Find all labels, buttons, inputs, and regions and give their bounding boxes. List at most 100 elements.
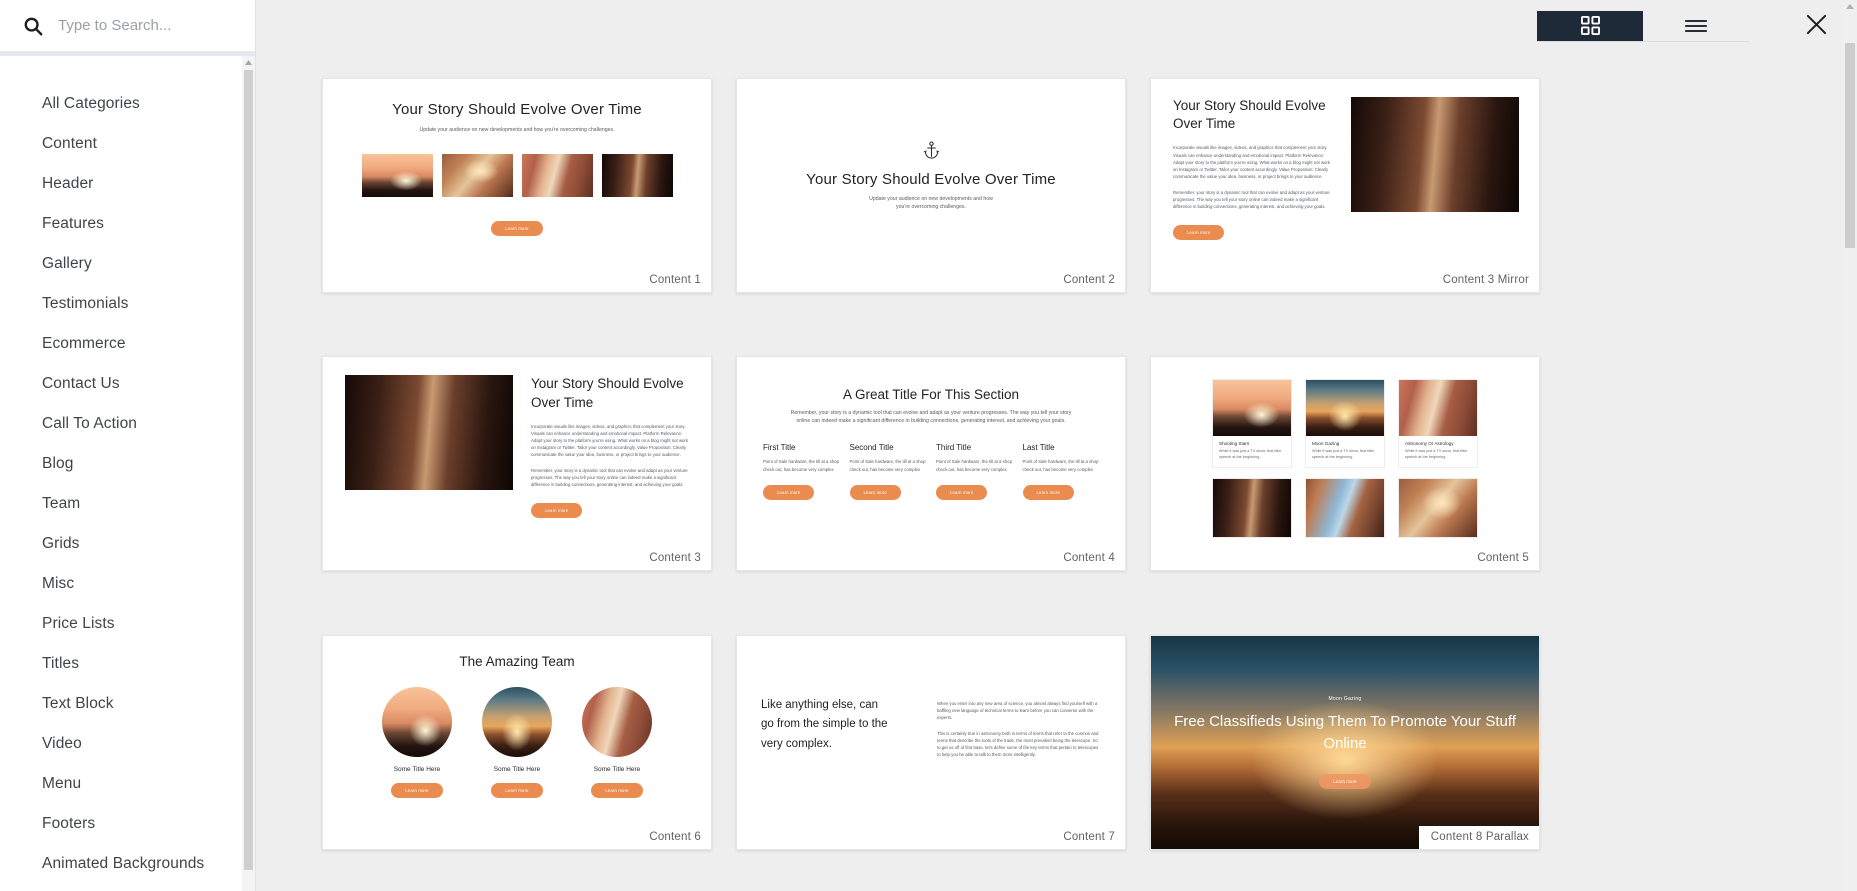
preview-image bbox=[1399, 479, 1477, 538]
snippet-card-content-5[interactable]: Shooting Stars While it was just a TV sh… bbox=[1150, 356, 1540, 572]
learn-more-button[interactable]: Learn more bbox=[591, 782, 643, 798]
sidebar-item-misc[interactable]: Misc bbox=[0, 564, 255, 604]
sidebar-item-features[interactable]: Features bbox=[0, 204, 255, 244]
tile-title: Astronomy Or Astrology bbox=[1405, 441, 1454, 447]
snippet-card-content-3[interactable]: Your Story Should Evolve Over Time Incor… bbox=[322, 356, 712, 572]
list-view-toggle[interactable] bbox=[1643, 11, 1749, 41]
sidebar-item-label: All Categories bbox=[42, 95, 140, 112]
sidebar-item-animated-backgrounds[interactable]: Animated Backgrounds bbox=[0, 844, 255, 884]
tile: Moon Gazing While it was just a TV show,… bbox=[1305, 379, 1385, 469]
learn-more-button[interactable]: Learn more bbox=[531, 503, 583, 519]
sidebar-item-label: Titles bbox=[42, 655, 80, 672]
member-name: Some Title Here bbox=[493, 765, 541, 773]
learn-more-button[interactable]: Learn more bbox=[491, 221, 543, 237]
snippet-subtitle-line2: you're overcoming challenges. bbox=[896, 204, 966, 211]
main-scrollbar[interactable] bbox=[1842, 0, 1857, 891]
main-panel: Your Story Should Evolve Over Time Updat… bbox=[256, 0, 1857, 891]
sidebar-item-label: Grids bbox=[42, 535, 80, 552]
tile-body: While it was just a TV show, that little… bbox=[1219, 449, 1282, 460]
sidebar-item-blog[interactable]: Blog bbox=[0, 444, 255, 484]
snippet-title: A Great Title For This Section bbox=[842, 387, 1020, 403]
tile bbox=[1305, 478, 1385, 539]
snippet-grid: Your Story Should Evolve Over Time Updat… bbox=[256, 52, 1857, 891]
scroll-up-arrow-icon[interactable] bbox=[242, 56, 255, 68]
sidebar-item-call-to-action[interactable]: Call To Action bbox=[0, 404, 255, 444]
sidebar-item-text-block[interactable]: Text Block bbox=[0, 684, 255, 724]
snippet-card-content-7[interactable]: Like anything else, can go from the simp… bbox=[736, 634, 1126, 850]
sidebar-scroll-thumb[interactable] bbox=[244, 70, 253, 870]
tile-title: Moon Gazing bbox=[1312, 441, 1340, 447]
snippet-subtitle: Remember, your story is a dynamic tool t… bbox=[790, 410, 1072, 425]
snippet-card-content-8-parallax[interactable]: Moon Gazing Free Classifieds Using Them … bbox=[1150, 634, 1540, 850]
sidebar-item-menu[interactable]: Menu bbox=[0, 764, 255, 804]
team-member: Some Title Here Learn more bbox=[582, 686, 652, 798]
search-icon bbox=[22, 15, 44, 37]
learn-more-button[interactable]: Learn more bbox=[1173, 225, 1225, 241]
sidebar-item-all-categories[interactable]: All Categories bbox=[0, 84, 255, 124]
snippet-paragraph-2: Remember, your story is a dynamic tool t… bbox=[1173, 189, 1330, 209]
learn-more-button[interactable]: Learn more bbox=[763, 484, 815, 500]
snippet-paragraph-1: Incorporate visuals like images, videos,… bbox=[1173, 145, 1331, 179]
grid-view-toggle[interactable] bbox=[1537, 10, 1643, 41]
tile: Astronomy Or Astrology While it was just… bbox=[1398, 379, 1478, 469]
sidebar-item-label: Gallery bbox=[42, 255, 92, 272]
sidebar-item-gallery[interactable]: Gallery bbox=[0, 244, 255, 284]
grid-icon bbox=[1580, 16, 1600, 35]
sidebar-item-label: Video bbox=[42, 735, 82, 752]
snippet-preview: Your Story Should Evolve Over Time Updat… bbox=[323, 79, 711, 292]
sidebar-item-header[interactable]: Header bbox=[0, 164, 255, 204]
sidebar-item-titles[interactable]: Titles bbox=[0, 644, 255, 684]
snippet-label: Content 4 bbox=[1051, 547, 1125, 571]
main-scroll-thumb[interactable] bbox=[1845, 43, 1855, 248]
learn-more-button[interactable]: Learn more bbox=[491, 782, 543, 798]
snippet-label: Content 5 bbox=[1465, 547, 1539, 571]
list-icon bbox=[1685, 18, 1707, 34]
snippet-card-content-2[interactable]: Your Story Should Evolve Over Time Updat… bbox=[736, 78, 1126, 293]
sidebar-item-label: Call To Action bbox=[42, 415, 138, 432]
search-bar[interactable] bbox=[0, 0, 255, 52]
snippet-card-content-4[interactable]: A Great Title For This Section Remember,… bbox=[736, 356, 1126, 572]
tile: Shooting Stars While it was just a TV sh… bbox=[1212, 379, 1292, 469]
snippet-title-line1: Free Classifieds Using Them To Promote Y… bbox=[1174, 712, 1516, 730]
tile bbox=[1398, 478, 1478, 539]
feature-column: Third Title Point of Sale hardware, the … bbox=[936, 443, 1013, 500]
learn-more-button[interactable]: Learn more bbox=[849, 484, 901, 500]
snippet-heading-line3: very complex. bbox=[761, 737, 832, 750]
snippet-preview: The Amazing Team Some Title Here Learn m… bbox=[323, 636, 711, 849]
learn-more-button[interactable]: Learn more bbox=[936, 484, 988, 500]
snippet-card-content-6[interactable]: The Amazing Team Some Title Here Learn m… bbox=[322, 634, 712, 850]
snippet-label: Content 1 bbox=[637, 269, 711, 292]
team-member: Some Title Here Learn more bbox=[382, 686, 452, 798]
learn-more-button[interactable]: Learn more bbox=[391, 782, 443, 798]
sidebar-item-contact-us[interactable]: Contact Us bbox=[0, 364, 255, 404]
sidebar-item-team[interactable]: Team bbox=[0, 484, 255, 524]
sidebar-item-content[interactable]: Content bbox=[0, 124, 255, 164]
preview-image bbox=[361, 154, 433, 198]
member-name: Some Title Here bbox=[393, 765, 441, 773]
snippet-label: Content 3 Mirror bbox=[1430, 269, 1539, 292]
sidebar-item-testimonials[interactable]: Testimonials bbox=[0, 284, 255, 324]
search-input[interactable] bbox=[58, 17, 238, 34]
tile-body: While it was just a TV show, that little… bbox=[1405, 449, 1468, 460]
snippet-heading-line1: Like anything else, can bbox=[761, 698, 878, 711]
close-button[interactable] bbox=[1793, 3, 1839, 49]
sidebar-item-ecommerce[interactable]: Ecommerce bbox=[0, 324, 255, 364]
column-title: Last Title bbox=[1022, 443, 1055, 453]
sidebar-item-label: Text Block bbox=[42, 695, 114, 712]
sidebar-item-video[interactable]: Video bbox=[0, 724, 255, 764]
snippet-subtitle: Update your audience on new developments… bbox=[419, 127, 615, 133]
learn-more-button[interactable]: Learn more bbox=[1022, 484, 1074, 500]
snippet-preview: Your Story Should Evolve Over Time Incor… bbox=[1151, 79, 1539, 292]
sidebar-item-price-lists[interactable]: Price Lists bbox=[0, 604, 255, 644]
sidebar-item-footers[interactable]: Footers bbox=[0, 804, 255, 844]
column-title: Third Title bbox=[936, 443, 972, 453]
feature-column: First Title Point of Sale hardware, the … bbox=[763, 443, 840, 500]
member-name: Some Title Here bbox=[593, 765, 641, 773]
scroll-up-arrow-icon[interactable] bbox=[1842, 0, 1857, 13]
sidebar-scrollbar[interactable] bbox=[242, 56, 255, 891]
snippet-card-content-3-mirror[interactable]: Your Story Should Evolve Over Time Incor… bbox=[1150, 78, 1540, 293]
sidebar-item-grids[interactable]: Grids bbox=[0, 524, 255, 564]
feature-column: Second Title Point of Sale hardware, the… bbox=[849, 443, 927, 500]
snippet-card-content-1[interactable]: Your Story Should Evolve Over Time Updat… bbox=[322, 78, 712, 293]
learn-more-button[interactable]: Learn more bbox=[1319, 773, 1371, 789]
